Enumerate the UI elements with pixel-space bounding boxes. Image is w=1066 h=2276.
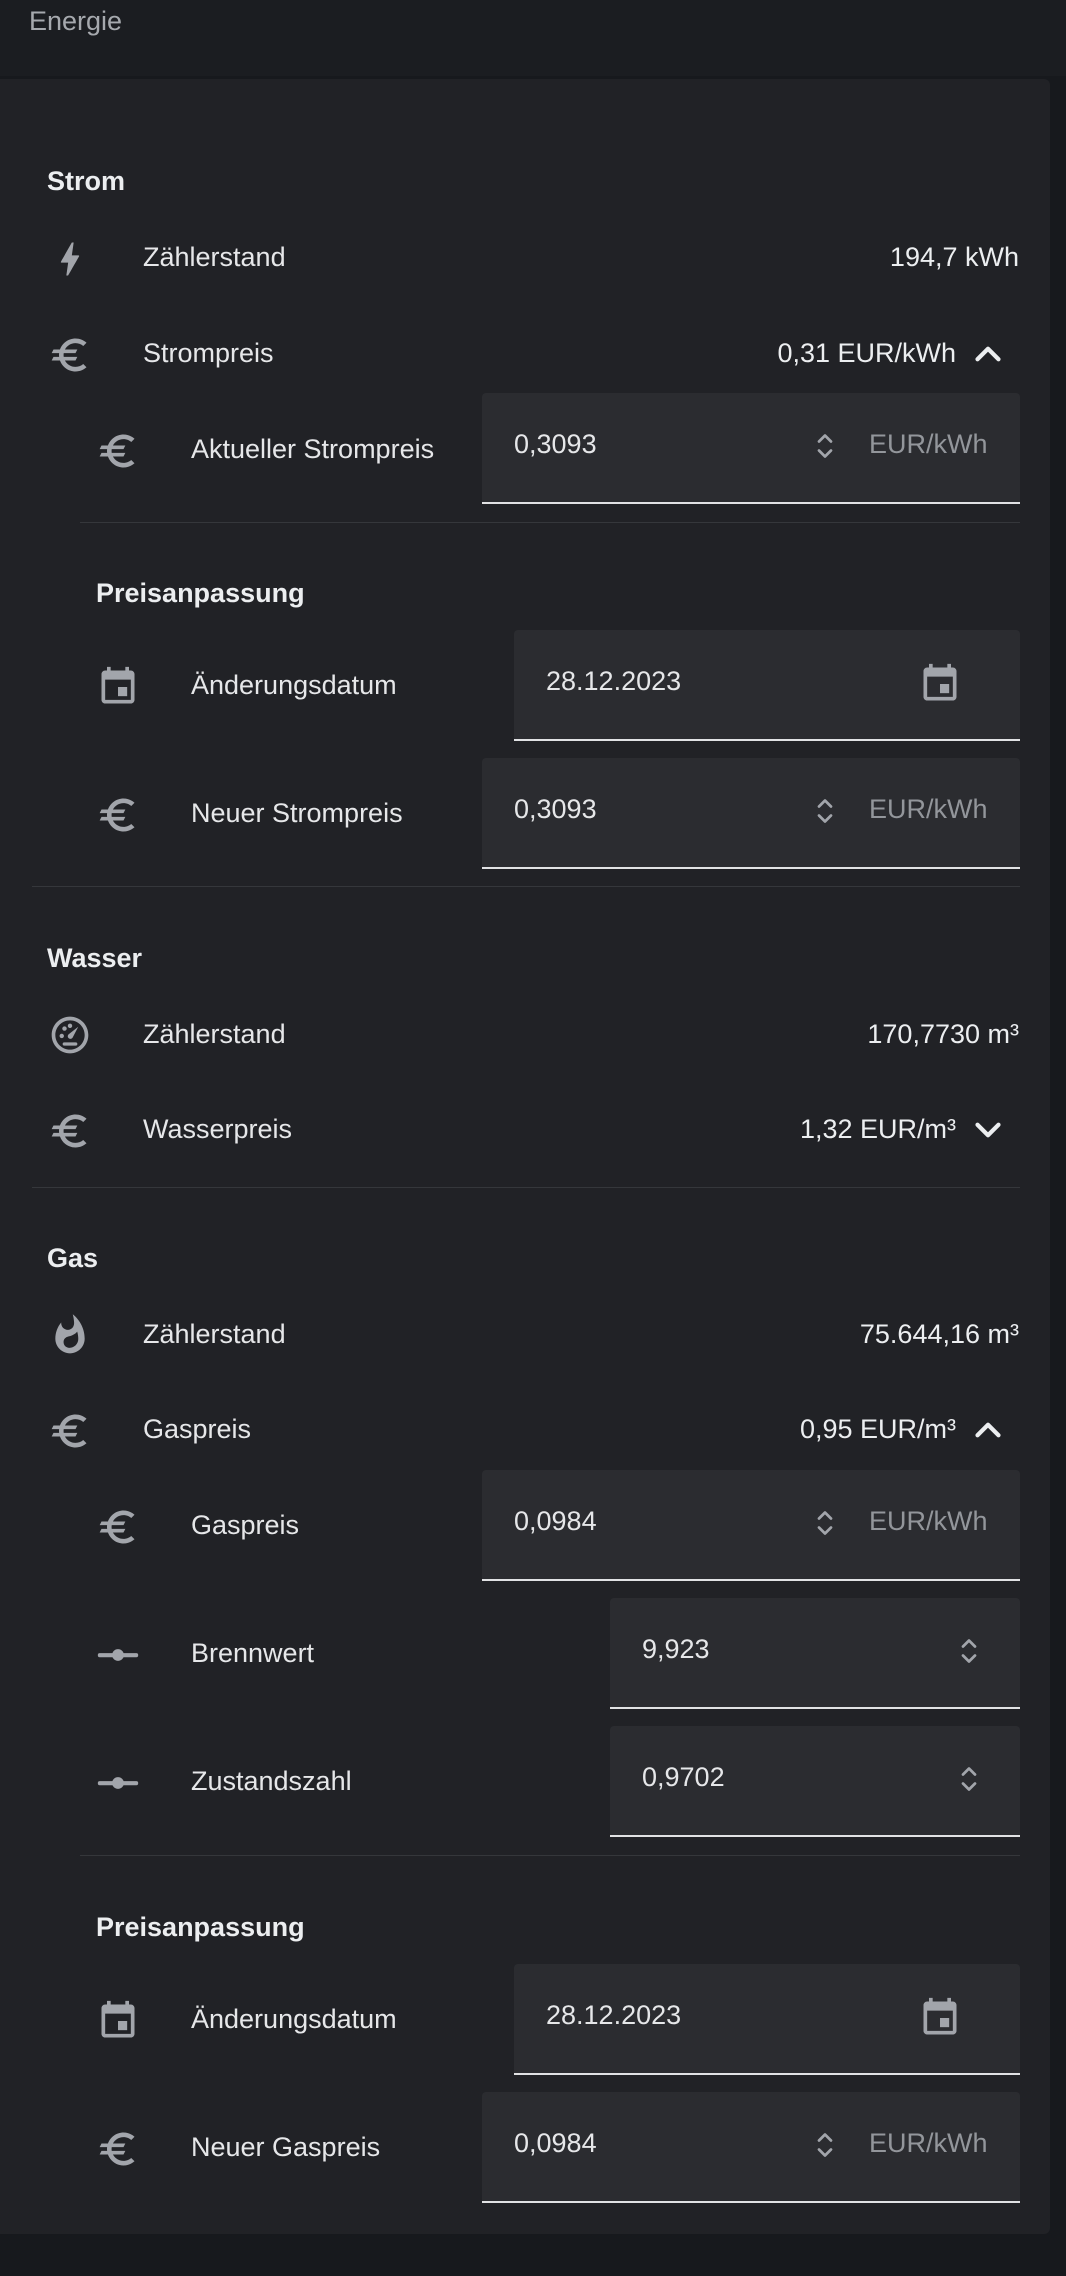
- state-number-label: Zustandszahl: [191, 1766, 352, 1796]
- chevron-up-icon[interactable]: [970, 1412, 1006, 1448]
- calorific-input[interactable]: 9,923: [610, 1598, 1020, 1709]
- wasser-meter-value: 170,7730 m³: [867, 1019, 1019, 1049]
- strom-adjustment-title: Preisanpassung: [96, 578, 305, 608]
- euro-icon: [96, 793, 140, 837]
- section-title-wasser: Wasser: [47, 943, 143, 973]
- euro-icon: [48, 1409, 92, 1453]
- gas-date-input[interactable]: 28.12.2023: [514, 1964, 1020, 2075]
- euro-icon: [96, 1505, 140, 1549]
- current-strom-price-label: Aktueller Strompreis: [191, 434, 435, 464]
- euro-icon: [48, 1109, 92, 1153]
- stepper-icon[interactable]: [816, 1508, 834, 1538]
- gas-price-field-label: Gaspreis: [191, 1510, 300, 1540]
- top-bar: Energie: [0, 0, 1066, 76]
- current-strom-price-value: 0,3093: [514, 429, 597, 459]
- stepper-icon[interactable]: [816, 431, 834, 461]
- calendar-picker-icon[interactable]: [918, 662, 962, 706]
- state-number-value: 0,9702: [642, 1762, 725, 1792]
- commit-icon: [96, 1633, 140, 1677]
- calendar-icon: [96, 1999, 140, 2043]
- gas-price-field-value: 0,0984: [514, 1506, 597, 1536]
- gauge-icon: [48, 1013, 92, 1057]
- calendar-picker-icon[interactable]: [918, 1996, 962, 2040]
- gas-meter-label: Zählerstand: [143, 1319, 286, 1349]
- gas-date-value: 28.12.2023: [546, 2000, 682, 2030]
- gas-meter-value: 75.644,16 m³: [859, 1319, 1019, 1349]
- divider: [32, 1187, 1020, 1188]
- flame-icon: [48, 1313, 92, 1357]
- strom-meter-label: Zählerstand: [143, 242, 286, 272]
- section-title-gas: Gas: [47, 1243, 99, 1273]
- new-gas-price-input[interactable]: 0,0984 EUR/kWh: [482, 2092, 1020, 2203]
- calendar-icon: [96, 665, 140, 709]
- lightning-icon: [48, 237, 92, 281]
- unit-suffix: EUR/kWh: [869, 429, 988, 459]
- chevron-down-icon[interactable]: [970, 1112, 1006, 1148]
- strom-meter-value: 194,7 kWh: [889, 242, 1019, 272]
- stepper-icon[interactable]: [960, 1764, 978, 1794]
- gas-date-label: Änderungsdatum: [191, 2004, 397, 2034]
- new-strom-price-input[interactable]: 0,3093 EUR/kWh: [482, 758, 1020, 869]
- gas-price-value: 0,95 EUR/m³: [799, 1414, 956, 1444]
- divider: [32, 886, 1020, 887]
- calorific-label: Brennwert: [191, 1638, 315, 1668]
- current-strom-price-input[interactable]: 0,3093 EUR/kWh: [482, 393, 1020, 504]
- new-strom-price-label: Neuer Strompreis: [191, 798, 403, 828]
- divider: [80, 522, 1020, 523]
- euro-icon: [96, 429, 140, 473]
- section-title-strom: Strom: [47, 166, 126, 196]
- unit-suffix: EUR/kWh: [869, 2128, 988, 2158]
- euro-icon: [96, 2127, 140, 2171]
- gas-price-input[interactable]: 0,0984 EUR/kWh: [482, 1470, 1020, 1581]
- chevron-up-icon[interactable]: [970, 336, 1006, 372]
- divider: [80, 1855, 1020, 1856]
- gas-price-label: Gaspreis: [143, 1414, 252, 1444]
- new-gas-price-label: Neuer Gaspreis: [191, 2132, 381, 2162]
- strom-price-value: 0,31 EUR/kWh: [777, 338, 956, 368]
- unit-suffix: EUR/kWh: [869, 794, 988, 824]
- strom-date-value: 28.12.2023: [546, 666, 682, 696]
- calorific-value: 9,923: [642, 1634, 710, 1664]
- wasser-meter-label: Zählerstand: [143, 1019, 286, 1049]
- euro-icon: [48, 333, 92, 377]
- wasser-price-label: Wasserpreis: [143, 1114, 293, 1144]
- strom-date-label: Änderungsdatum: [191, 670, 397, 700]
- gas-adjustment-title: Preisanpassung: [96, 1912, 305, 1942]
- new-gas-price-value: 0,0984: [514, 2128, 597, 2158]
- stepper-icon[interactable]: [816, 796, 834, 826]
- page-title: Energie: [29, 6, 123, 36]
- strom-price-label: Strompreis: [143, 338, 274, 368]
- stepper-icon[interactable]: [816, 2130, 834, 2160]
- stepper-icon[interactable]: [960, 1636, 978, 1666]
- commit-icon: [96, 1761, 140, 1805]
- wasser-price-value: 1,32 EUR/m³: [799, 1114, 956, 1144]
- unit-suffix: EUR/kWh: [869, 1506, 988, 1536]
- new-strom-price-value: 0,3093: [514, 794, 597, 824]
- state-number-input[interactable]: 0,9702: [610, 1726, 1020, 1837]
- strom-date-input[interactable]: 28.12.2023: [514, 630, 1020, 741]
